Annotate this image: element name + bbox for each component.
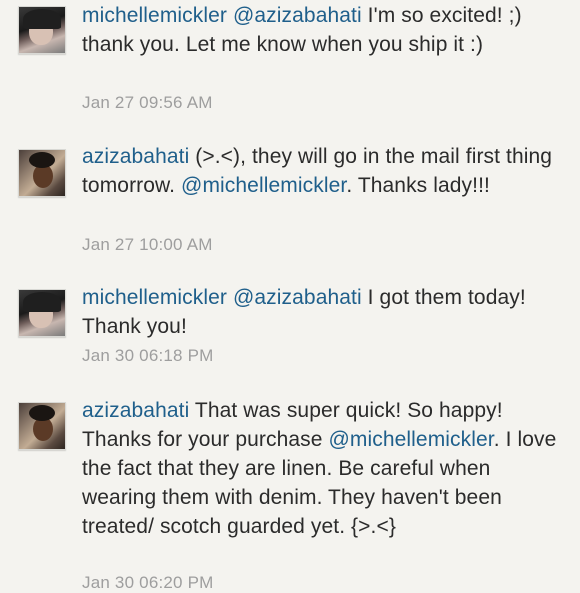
comment-body: michellemickler @azizabahati I got them …: [82, 283, 562, 341]
comment-body: azizabahati (>.<), they will go in the m…: [82, 142, 562, 200]
comment-username[interactable]: michellemickler: [82, 4, 227, 27]
user-avatar-icon[interactable]: [18, 149, 66, 197]
comment-username[interactable]: azizabahati: [82, 145, 189, 168]
user-avatar-icon[interactable]: [18, 6, 66, 54]
comment-timestamp: Jan 27 09:56 AM: [82, 93, 213, 112]
comment-timestamp: Jan 30 06:18 PM: [82, 346, 214, 365]
comment-username[interactable]: azizabahati: [82, 399, 189, 422]
comment-timestamp: Jan 30 06:20 PM: [82, 573, 214, 592]
comment-mention[interactable]: @michellemickler: [328, 428, 493, 451]
comment-timestamp: Jan 27 10:00 AM: [82, 235, 213, 254]
comment-username[interactable]: michellemickler: [82, 286, 227, 309]
comment-body: michellemickler @azizabahati I'm so exci…: [82, 1, 562, 59]
comment-body: azizabahati That was super quick! So hap…: [82, 396, 562, 541]
comment-mention[interactable]: @michellemickler: [181, 174, 346, 197]
comment-mention[interactable]: @azizabahati: [233, 4, 362, 27]
user-avatar-icon[interactable]: [18, 402, 66, 450]
comment-mention[interactable]: @azizabahati: [233, 286, 362, 309]
user-avatar-icon[interactable]: [18, 289, 66, 337]
comment-text-end: . Thanks lady!!!: [346, 174, 490, 197]
